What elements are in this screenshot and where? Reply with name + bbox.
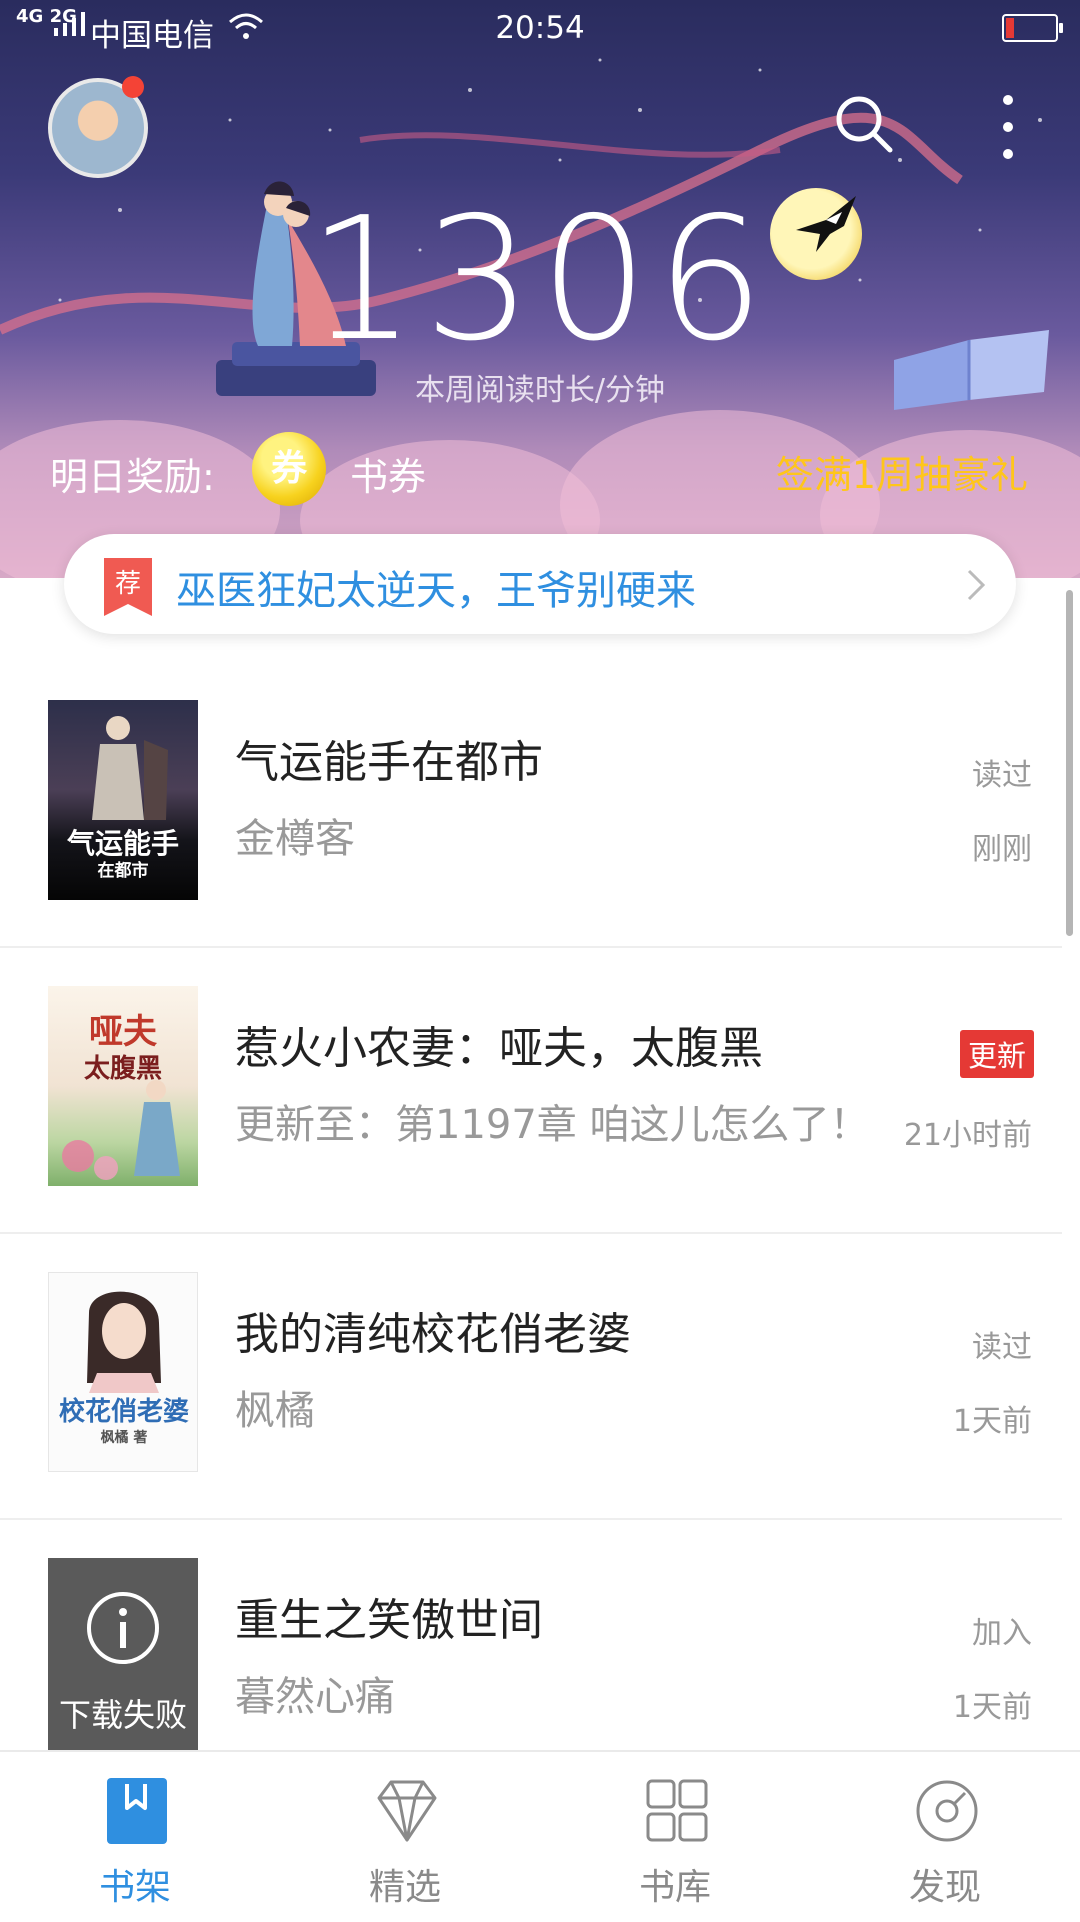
reading-header: 4G 2G 中国电信 20:54 1306 本周阅读时长/分钟 明日奖励: 券 … — [0, 0, 1080, 578]
book-list-item[interactable]: 哑夫 太腹黑 惹火小农妻：哑夫，太腹黑 更新至：第1197章 咱这儿怎么了！ 更… — [0, 946, 1062, 1234]
cover-title: 校花俏老婆 — [58, 1397, 189, 1427]
book-time: 1天前 — [952, 1690, 1032, 1725]
recommendation-text[interactable]: 巫医狂妃太逆天，王爷别硬来 — [176, 558, 696, 616]
book-title: 我的清纯校花俏老婆 — [235, 1309, 631, 1360]
book-read-status: 加入 — [972, 1616, 1032, 1651]
list-scrollbar[interactable] — [1066, 590, 1073, 936]
nav-tab-featured[interactable]: 精选 — [270, 1752, 540, 1922]
book-cover-download-failed[interactable]: 下载失败 — [48, 1558, 198, 1758]
status-bar: 4G 2G 中国电信 20:54 — [0, 0, 1080, 56]
reward-label: 明日奖励: — [50, 455, 215, 499]
book-title: 惹火小农妻：哑夫，太腹黑 — [235, 1023, 763, 1074]
book-cover[interactable]: 校花俏老婆 枫橘 著 — [48, 1272, 198, 1472]
book-cover[interactable]: 气运能手 在都市 — [48, 700, 198, 900]
book-update-info: 更新至：第1197章 咱这儿怎么了！ — [235, 1102, 870, 1148]
info-icon — [87, 1592, 159, 1664]
chevron-right-icon — [967, 569, 986, 601]
update-badge: 更新 — [959, 1030, 1034, 1078]
more-menu-icon[interactable] — [998, 92, 1018, 162]
nav-tab-discover[interactable]: 发现 — [810, 1752, 1080, 1922]
notification-dot — [122, 76, 144, 98]
recommendation-banner[interactable]: 荐 巫医狂妃太逆天，王爷别硬来 — [64, 534, 1016, 634]
recommend-tag-icon: 荐 — [104, 558, 152, 616]
search-icon[interactable] — [832, 92, 896, 156]
recommend-tag-label: 荐 — [115, 569, 141, 599]
clock: 20:54 — [495, 10, 585, 46]
weekly-reading-minutes: 1306 — [307, 181, 773, 379]
book-cover[interactable]: 哑夫 太腹黑 — [48, 986, 198, 1186]
book-read-status: 读过 — [972, 758, 1032, 793]
download-failed-label: 下载失败 — [58, 1696, 187, 1734]
nav-label: 精选 — [368, 1867, 441, 1908]
compass-icon — [916, 1780, 978, 1842]
signin-promo-link[interactable]: 签满1周抽豪礼 — [776, 444, 1028, 499]
book-time: 刚刚 — [972, 832, 1032, 867]
cover-figure-icon — [92, 716, 168, 820]
reward-item: 书券 — [350, 455, 427, 499]
book-title: 重生之笑傲世间 — [235, 1595, 543, 1646]
cover-subtitle: 枫橘 著 — [100, 1430, 148, 1446]
cover-figure-icon — [62, 1080, 180, 1180]
grid-icon — [646, 1779, 708, 1842]
nav-label: 书架 — [98, 1867, 171, 1908]
book-title: 气运能手在都市 — [235, 737, 543, 788]
diamond-icon — [377, 1780, 437, 1842]
nav-tab-library[interactable]: 书库 — [540, 1752, 810, 1922]
book-author: 暮然心痛 — [235, 1674, 395, 1720]
bookshelf-icon — [107, 1778, 167, 1844]
book-list-item[interactable]: 校花俏老婆 枫橘 著 我的清纯校花俏老婆 枫橘 读过 1天前 — [0, 1232, 1062, 1520]
weekly-reading-label: 本周阅读时长/分钟 — [414, 373, 666, 408]
book-read-status: 读过 — [972, 1330, 1032, 1365]
cover-subtitle: 在都市 — [97, 861, 149, 881]
book-time: 21小时前 — [903, 1118, 1032, 1153]
nav-label: 书库 — [638, 1867, 711, 1908]
nav-label: 发现 — [908, 1867, 981, 1908]
book-author: 枫橘 — [235, 1388, 315, 1434]
book-author: 金樽客 — [235, 816, 355, 862]
book-time: 1天前 — [952, 1404, 1032, 1439]
nav-tab-bookshelf[interactable]: 书架 — [0, 1752, 270, 1922]
book-list-item[interactable]: 气运能手 在都市 气运能手在都市 金樽客 读过 刚刚 — [0, 660, 1062, 948]
battery-icon — [1002, 14, 1063, 42]
bottom-nav: 书架 精选 书库 发现 — [0, 1750, 1080, 1922]
coupon-coin-icon: 券 — [252, 432, 326, 506]
